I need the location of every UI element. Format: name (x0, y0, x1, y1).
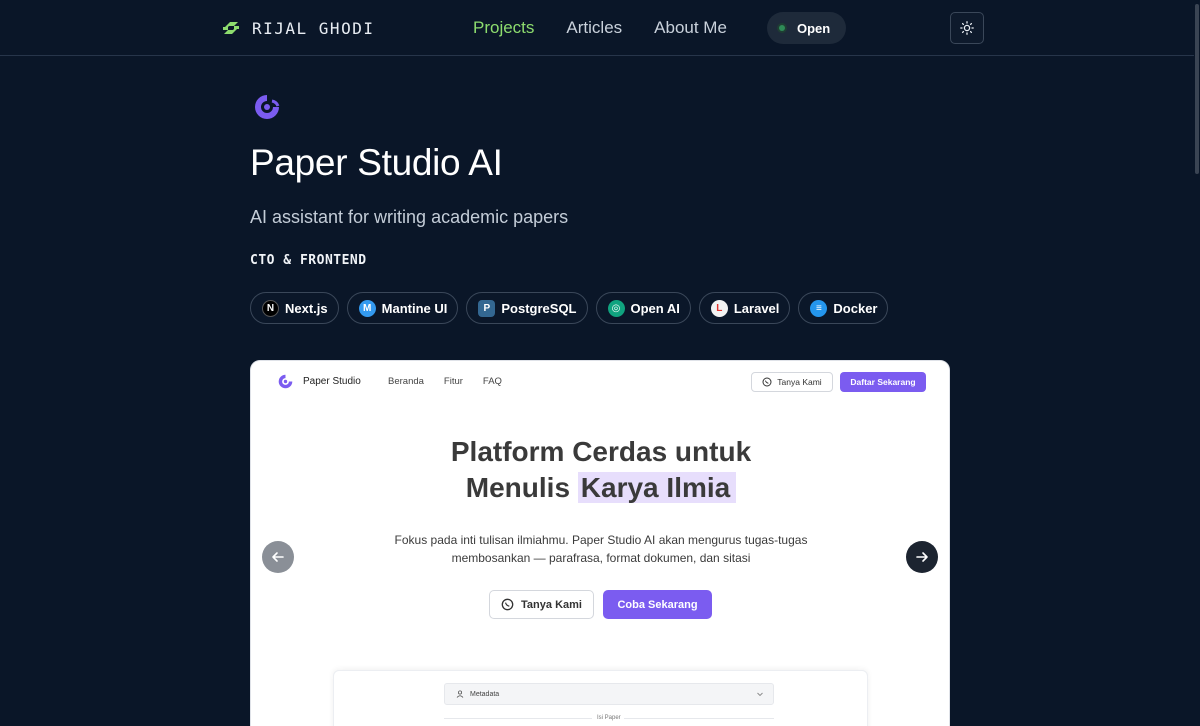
page-scrollbar[interactable] (1194, 0, 1200, 726)
rg-logo-icon (223, 22, 239, 34)
mantine-icon: M (358, 299, 376, 317)
project-description: AI assistant for writing academic papers (250, 207, 569, 227)
top-navigation-bar: RIJAL GHODI Projects Articles About Me O… (0, 0, 1200, 56)
tech-label: Laravel (733, 300, 780, 316)
tech-label: Docker (833, 300, 878, 316)
user-icon (456, 690, 464, 698)
screenshot-nav-item: Beranda (388, 376, 424, 387)
screenshot-ask-label: Tanya Kami (777, 377, 822, 387)
main-nav: Projects Articles About Me (473, 16, 727, 40)
status-dot-icon (779, 25, 785, 31)
nextjs-icon: N (262, 299, 279, 317)
nav-about-me[interactable]: About Me (654, 18, 727, 38)
brand-link[interactable]: RIJAL GHODI (220, 17, 374, 39)
metadata-field: Metadata (444, 683, 774, 705)
screenshot-nav-item: Fitur (443, 376, 463, 387)
carousel-next-button[interactable] (906, 541, 938, 573)
screenshot-signup-button: Daftar Sekarang (840, 372, 926, 392)
tech-stack-list: N Next.js M Mantine UI P PostgreSQL ◎ Op… (250, 292, 889, 324)
hero-subtitle-line2: membosankan — parafrasa, format dokumen,… (451, 551, 751, 565)
project-role: CTO & FRONTEND (250, 253, 367, 268)
screenshot-brand: Paper Studio (303, 376, 361, 387)
screenshot-cta-try-button: Coba Sekarang (603, 590, 712, 619)
nav-articles[interactable]: Articles (566, 18, 622, 38)
tech-chip-laravel[interactable]: L Laravel (698, 292, 791, 324)
nav-projects[interactable]: Projects (473, 18, 534, 38)
tech-chip-docker[interactable]: ≡ Docker (798, 292, 889, 324)
screenshot-cta-ask-button: Tanya Kami (489, 590, 594, 619)
section-label: Isi Paper (597, 715, 621, 721)
hero-subtitle-line1: Fokus pada inti tulisan ilmiahmu. Paper … (394, 533, 808, 547)
docker-icon: ≡ (810, 299, 828, 317)
whatsapp-icon (501, 598, 514, 611)
tech-label: Open AI (630, 300, 680, 316)
screenshot-hero-subtitle: Fokus pada inti tulisan ilmiahmu. Paper … (371, 531, 831, 567)
tech-label: Next.js (285, 300, 328, 316)
tech-chip-mantine[interactable]: M Mantine UI (346, 292, 459, 324)
availability-status-badge: Open (767, 12, 846, 44)
project-screenshot-carousel: Paper Studio Beranda Fitur FAQ Tanya Kam… (250, 360, 950, 726)
laravel-icon: L (710, 299, 728, 317)
carousel-prev-button[interactable] (262, 541, 294, 573)
whatsapp-icon (762, 377, 772, 387)
openai-icon: ◎ (607, 299, 625, 317)
hero-highlight: Karya Ilmia (577, 472, 737, 503)
screenshot-nav: Beranda Fitur FAQ (388, 376, 502, 387)
screenshot-hero-title-line2: Menulis Karya Ilmia (251, 472, 949, 504)
cta-ask-label: Tanya Kami (521, 598, 582, 611)
tech-chip-nextjs[interactable]: N Next.js (250, 292, 339, 324)
cta-try-label: Coba Sekarang (617, 598, 698, 611)
tech-chip-postgresql[interactable]: P PostgreSQL (466, 292, 588, 324)
arrow-right-icon (916, 552, 928, 562)
screenshot-ask-button: Tanya Kami (751, 372, 833, 392)
screenshot-signup-label: Daftar Sekarang (850, 377, 916, 387)
divider (624, 718, 774, 719)
tech-label: PostgreSQL (501, 300, 577, 316)
arrow-left-icon (272, 552, 284, 562)
screenshot-editor-preview: Metadata Isi Paper (333, 670, 868, 726)
divider (444, 718, 592, 719)
screenshot-hero-title-line1: Platform Cerdas untuk (450, 436, 752, 467)
screenshot-nav-item: FAQ (482, 376, 502, 387)
tech-label: Mantine UI (381, 300, 448, 316)
tech-chip-openai[interactable]: ◎ Open AI (595, 292, 691, 324)
scrollbar-thumb[interactable] (1195, 4, 1199, 174)
status-text: Open (797, 20, 831, 36)
paper-studio-logo-icon (278, 374, 293, 389)
chevron-down-icon (757, 692, 763, 697)
metadata-label: Metadata (470, 690, 500, 698)
sun-icon (960, 21, 974, 35)
brand-name: RIJAL GHODI (252, 18, 375, 38)
paper-studio-logo-icon (255, 95, 280, 119)
hero-prefix: Menulis (465, 472, 571, 503)
theme-toggle-button[interactable] (950, 12, 984, 44)
postgresql-icon: P (478, 299, 496, 317)
project-title: Paper Studio AI (250, 142, 503, 183)
